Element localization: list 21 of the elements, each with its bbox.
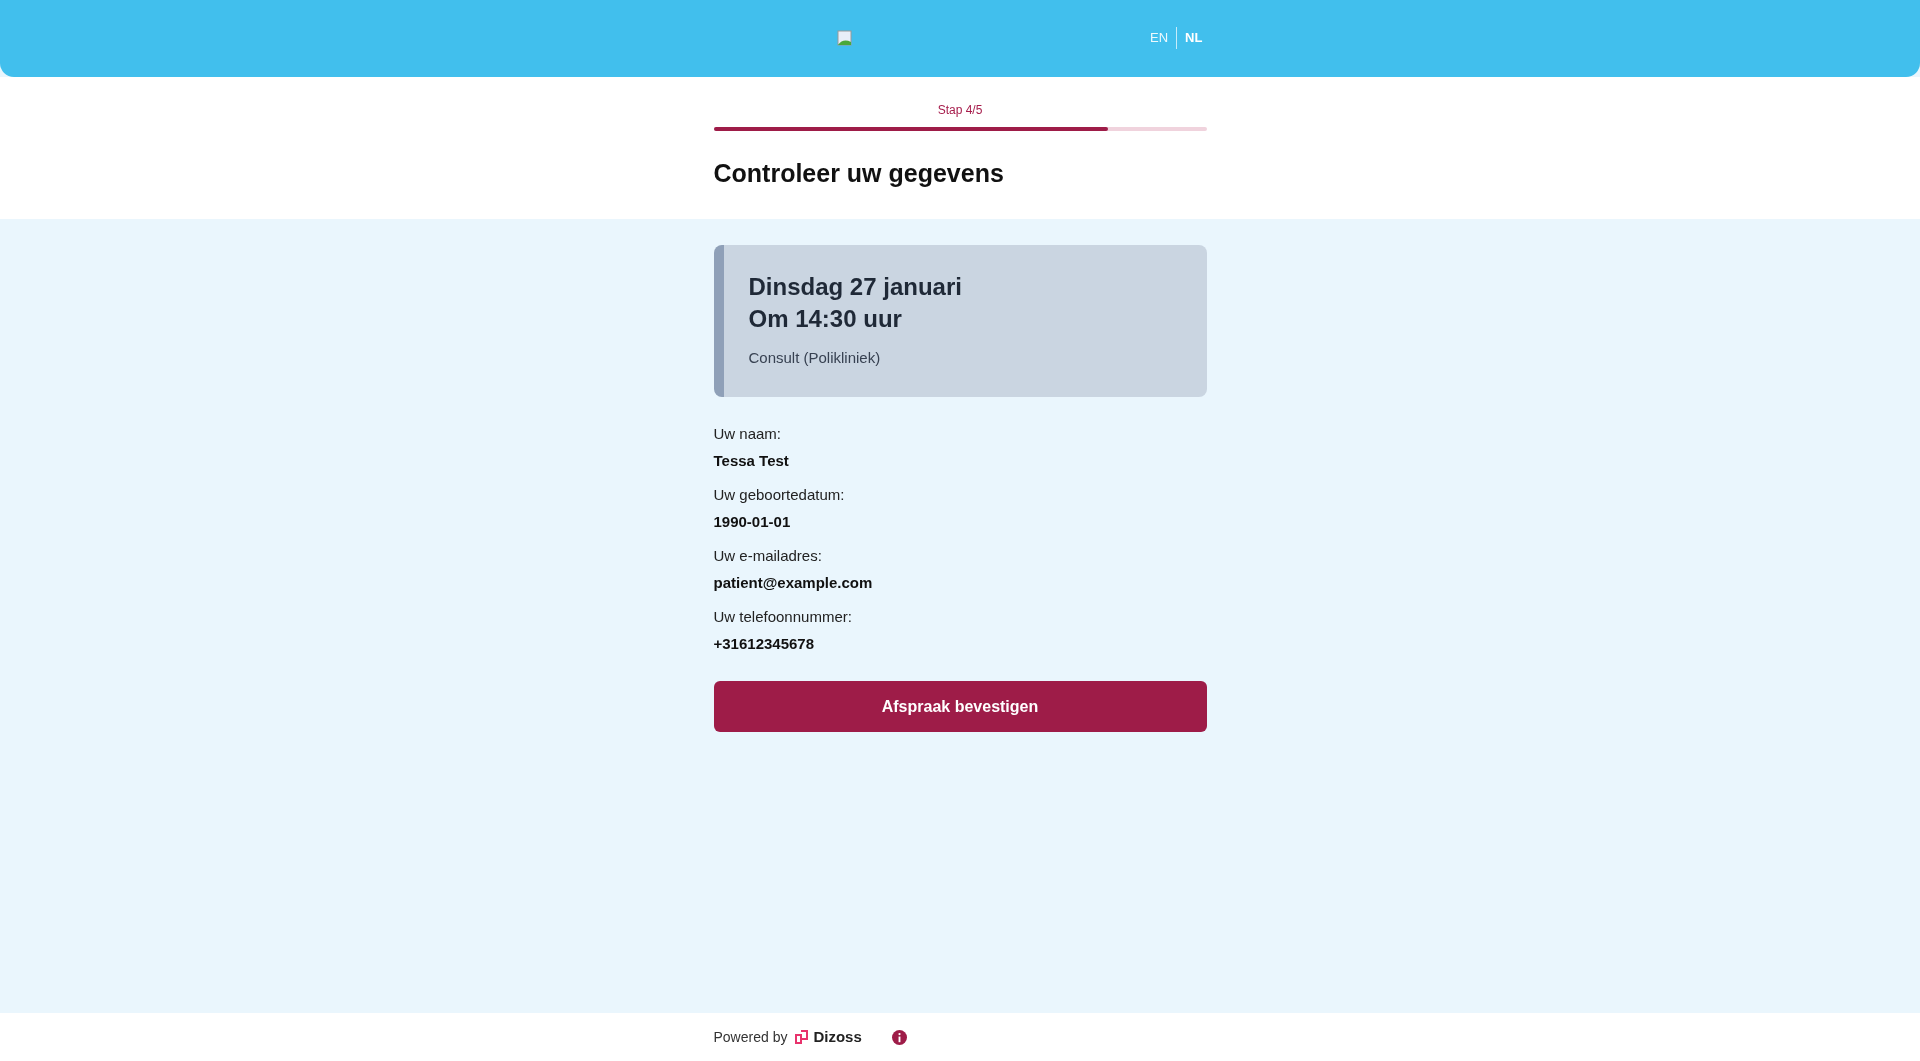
brand-name: Dizoss <box>813 1026 862 1047</box>
field-value: Tessa Test <box>713 450 790 471</box>
field-value: patient@example.com <box>713 572 874 593</box>
field-label: Uw geboortedatum: <box>713 485 846 505</box>
language-link[interactable]: EN <box>1150 28 1169 48</box>
confirm-button[interactable]: Afspraak bevestigen <box>713 681 1207 732</box>
language-link[interactable]: NL <box>1185 28 1203 48</box>
field-label: Uw e-mailadres: <box>713 546 823 566</box>
field-value: +31612345678 <box>713 633 816 654</box>
field-value: 1990-01-01 <box>713 511 792 532</box>
info-icon[interactable] <box>891 1029 907 1045</box>
field-label: Uw telefoonnummer: <box>713 607 853 627</box>
appointment-time: Om 14:30 uur <box>748 303 903 334</box>
appointment-date: Dinsdag 27 januari <box>748 271 963 302</box>
logo-icon <box>795 1030 810 1044</box>
appointment-type: Consult (Polikliniek) <box>748 347 882 368</box>
image-icon <box>837 30 853 46</box>
step-label: Stap 4/5 <box>936 102 984 119</box>
powered-by-text: Powered by <box>713 1027 788 1047</box>
page-title: Controleer uw gegevens <box>713 158 1005 189</box>
field-label: Uw naam: <box>713 424 783 444</box>
